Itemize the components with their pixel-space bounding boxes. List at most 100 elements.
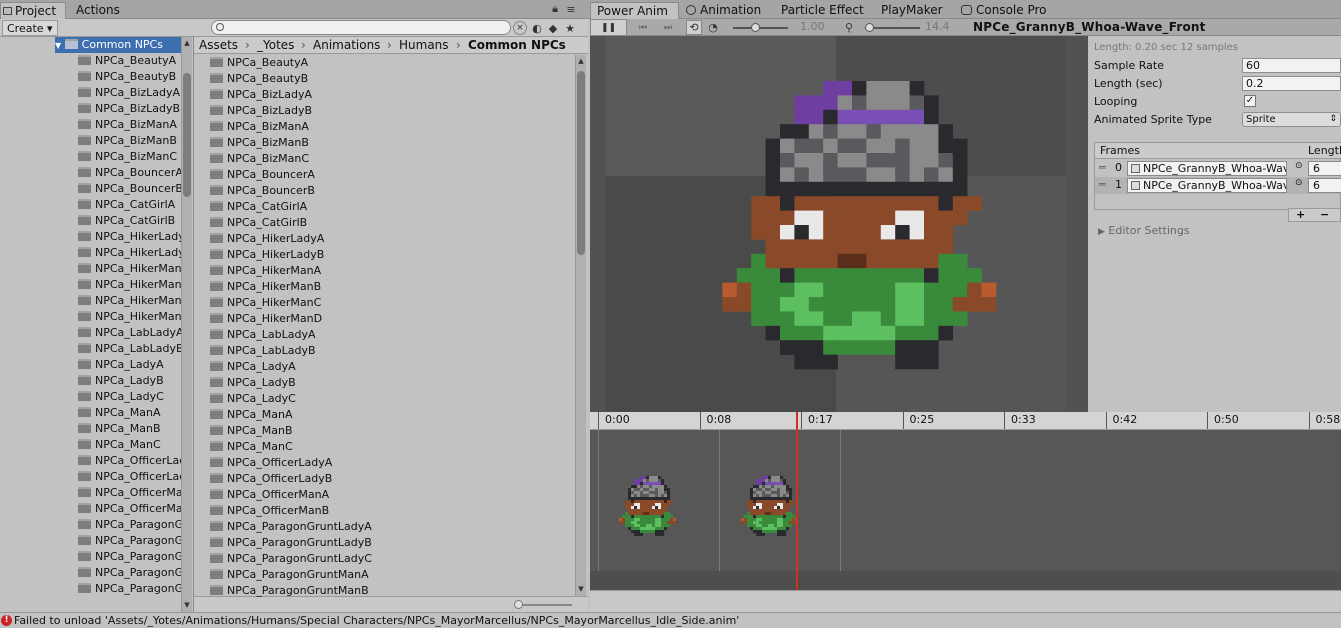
- create-button[interactable]: Create ▾: [2, 20, 58, 36]
- frame-sprite-field[interactable]: NPCe_GrannyB_Whoa-Wave_Front_1: [1127, 178, 1287, 193]
- file-list-item[interactable]: NPCa_LabLadyA: [210, 327, 316, 343]
- tree-scroll-thumb[interactable]: [183, 73, 191, 197]
- frame-row[interactable]: ═ 0 NPCe_GrannyB_Whoa-Wave_Front_0 ⊙ 6: [1095, 160, 1341, 177]
- tab-playmaker[interactable]: PlayMaker: [875, 2, 949, 19]
- looping-checkbox[interactable]: ✓: [1244, 95, 1256, 107]
- breadcrumb-item[interactable]: Animations: [313, 37, 380, 53]
- breadcrumb-item[interactable]: Assets: [199, 37, 238, 53]
- tree-scrollbar[interactable]: ▲ ▼: [181, 37, 192, 612]
- tree-folder-item[interactable]: NPCa_ManB: [78, 421, 181, 437]
- frame-length-field[interactable]: 6: [1308, 161, 1341, 176]
- file-list-item[interactable]: NPCa_ParagonGruntLadyA: [210, 519, 372, 535]
- tree-folder-item[interactable]: NPCa_LabLadyB: [78, 341, 181, 357]
- tree-folder-item[interactable]: NPCa_OfficerManA: [78, 485, 181, 501]
- tree-folder-item[interactable]: NPCa_LabLadyA: [78, 325, 181, 341]
- file-list-item[interactable]: NPCa_ParagonGruntManA: [210, 567, 369, 583]
- tree-folder-item[interactable]: NPCa_LadyC: [78, 389, 181, 405]
- scroll-down-icon[interactable]: ▼: [577, 584, 585, 593]
- drag-handle-icon[interactable]: ═: [1099, 161, 1106, 174]
- status-bar[interactable]: ! Failed to unload 'Assets/_Yotes/Animat…: [0, 612, 1341, 628]
- tree-root-common-npcs[interactable]: ▼ Common NPCs: [55, 37, 181, 53]
- scroll-up-icon[interactable]: ▲: [183, 38, 191, 47]
- frame-thumb-1[interactable]: [738, 454, 828, 558]
- tab-actions[interactable]: Actions: [70, 2, 126, 19]
- files-scrollbar[interactable]: ▲ ▼: [575, 55, 586, 596]
- file-list-item[interactable]: NPCa_ManC: [210, 439, 293, 455]
- length-field[interactable]: 0.2: [1242, 76, 1341, 91]
- file-list-item[interactable]: NPCa_OfficerLadyB: [210, 471, 332, 487]
- tree-folder-item[interactable]: NPCa_BizManA: [78, 117, 181, 133]
- zoom-slider[interactable]: [865, 23, 920, 32]
- file-list-item[interactable]: NPCa_BizLadyB: [210, 103, 312, 119]
- file-list-item[interactable]: NPCa_LadyB: [210, 375, 296, 391]
- tree-folder-item[interactable]: NPCa_ManA: [78, 405, 181, 421]
- tree-folder-item[interactable]: NPCa_LadyB: [78, 373, 181, 389]
- add-frame-button[interactable]: +: [1296, 208, 1305, 221]
- tree-folder-item[interactable]: NPCa_BizLadyB: [78, 101, 181, 117]
- search-input[interactable]: [211, 20, 511, 35]
- file-list-item[interactable]: NPCa_HikerLadyA: [210, 231, 324, 247]
- file-list-item[interactable]: NPCa_BizManC: [210, 151, 309, 167]
- file-list-item[interactable]: NPCa_LadyC: [210, 391, 296, 407]
- loop-icon[interactable]: ⟲: [686, 20, 702, 35]
- tree-folder-item[interactable]: NPCa_ParagonGruntManB: [78, 581, 181, 597]
- next-frame-icon[interactable]: ⏭: [660, 20, 676, 35]
- tree-folder-item[interactable]: NPCa_HikerManD: [78, 309, 181, 325]
- speed-slider[interactable]: [733, 23, 788, 32]
- tree-folder-item[interactable]: NPCa_HikerManA: [78, 261, 181, 277]
- tree-folder-item[interactable]: NPCa_BouncerB: [78, 181, 181, 197]
- tab-power-anim[interactable]: Power Anim: [590, 2, 679, 19]
- tree-folder-item[interactable]: NPCa_HikerLadyA: [78, 229, 181, 245]
- breadcrumb-item[interactable]: Common NPCs: [468, 37, 566, 53]
- scroll-up-icon[interactable]: ▲: [577, 56, 585, 65]
- drag-handle-icon[interactable]: ═: [1099, 178, 1106, 191]
- tree-folder-item[interactable]: NPCa_OfficerLadyA: [78, 453, 181, 469]
- tab-project[interactable]: Project: [0, 2, 66, 19]
- tree-folder-item[interactable]: NPCa_ParagonGruntLadyA: [78, 517, 181, 533]
- sprite-preview[interactable]: [590, 36, 1088, 412]
- tree-folder-item[interactable]: NPCa_BizLadyA: [78, 85, 181, 101]
- tree-folder-item[interactable]: NPCa_BouncerA: [78, 165, 181, 181]
- frame-thumb-0[interactable]: [616, 454, 706, 558]
- tree-folder-item[interactable]: NPCa_LadyA: [78, 357, 181, 373]
- file-list-item[interactable]: NPCa_HikerLadyB: [210, 247, 324, 263]
- file-list-item[interactable]: NPCa_BizLadyA: [210, 87, 312, 103]
- file-list-item[interactable]: NPCa_CatGirlA: [210, 199, 307, 215]
- tree-folder-item[interactable]: NPCa_ParagonGruntLadyC: [78, 549, 181, 565]
- file-list-item[interactable]: NPCa_HikerManC: [210, 295, 321, 311]
- pause-icon[interactable]: ❚❚: [590, 19, 627, 36]
- file-list-item[interactable]: NPCa_BeautyA: [210, 55, 308, 71]
- tree-folder-item[interactable]: NPCa_HikerManC: [78, 293, 181, 309]
- lock-icon[interactable]: 🔒︎: [550, 2, 560, 15]
- frame-length-field[interactable]: 6: [1308, 178, 1341, 193]
- file-list-item[interactable]: NPCa_OfficerManB: [210, 503, 329, 519]
- file-list-item[interactable]: NPCa_ManA: [210, 407, 293, 423]
- tree-folder-item[interactable]: NPCa_ManC: [78, 437, 181, 453]
- tree-folder-item[interactable]: NPCa_HikerLadyB: [78, 245, 181, 261]
- cancel-search-icon[interactable]: ×: [513, 21, 527, 35]
- object-picker-icon[interactable]: ⊙: [1295, 161, 1303, 171]
- remove-frame-button[interactable]: −: [1320, 208, 1329, 221]
- tree-folder-item[interactable]: NPCa_BeautyA: [78, 53, 181, 69]
- tree-folder-item[interactable]: NPCa_BizManB: [78, 133, 181, 149]
- favorite-star-icon[interactable]: ★: [563, 21, 577, 35]
- frame-track[interactable]: [590, 430, 1341, 590]
- file-list-item[interactable]: NPCa_ParagonGruntManB: [210, 583, 369, 599]
- file-list-item[interactable]: NPCa_ParagonGruntLadyB: [210, 535, 372, 551]
- scroll-down-icon[interactable]: ▼: [183, 600, 191, 609]
- editor-settings-foldout[interactable]: ▶ Editor Settings: [1098, 224, 1190, 237]
- timeline-ruler[interactable]: 0:00 0:08 0:17 0:25 0:33 0:42 0:50 0:58: [590, 412, 1341, 430]
- tab-animation[interactable]: Animation: [682, 2, 767, 19]
- file-list-item[interactable]: NPCa_HikerManD: [210, 311, 322, 327]
- files-scroll-thumb[interactable]: [577, 71, 585, 255]
- frame-sprite-field[interactable]: NPCe_GrannyB_Whoa-Wave_Front_0: [1127, 161, 1287, 176]
- breadcrumb-item[interactable]: _Yotes: [257, 37, 294, 53]
- tree-folder-item[interactable]: NPCa_CatGirlA: [78, 197, 181, 213]
- file-list-item[interactable]: NPCa_HikerManA: [210, 263, 321, 279]
- tree-folder-item[interactable]: NPCa_HikerManB: [78, 277, 181, 293]
- file-list-item[interactable]: NPCa_ManB: [210, 423, 293, 439]
- sprite-type-dropdown[interactable]: Sprite ⇕: [1242, 112, 1341, 127]
- tree-folder-item[interactable]: NPCa_ParagonGruntManA: [78, 565, 181, 581]
- file-list-item[interactable]: NPCa_HikerManB: [210, 279, 321, 295]
- slider-knob[interactable]: [514, 600, 523, 609]
